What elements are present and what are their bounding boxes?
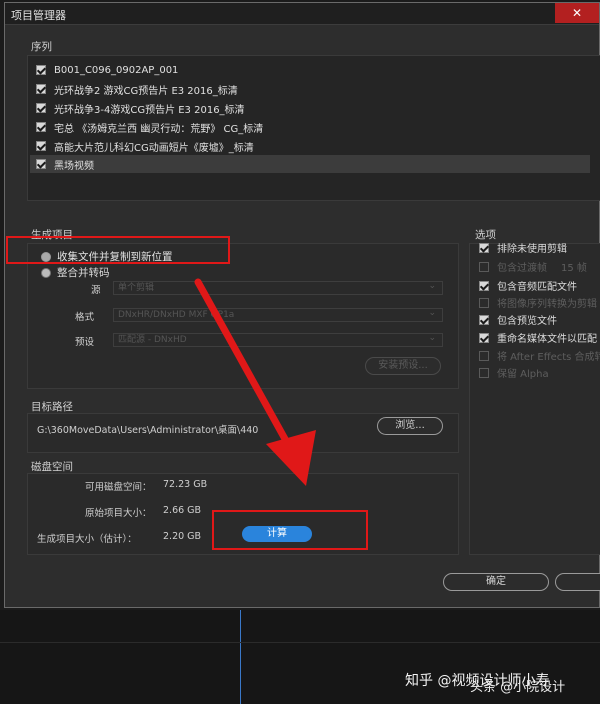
option-label: 重命名媒体文件以匹配 [497, 334, 597, 345]
source-select[interactable]: 单个剪辑 [113, 280, 443, 295]
generated-size-value: 2.20 GB [163, 531, 202, 542]
sequence-item-label: 宅总 《汤姆克兰西 幽灵行动：荒野》 CG_标清 [54, 123, 264, 135]
sequence-item-label: B001_C096_0902AP_001 [54, 64, 179, 76]
option-checkbox [479, 261, 489, 272]
option-rename-media[interactable]: 重命名媒体文件以匹配 [479, 330, 597, 345]
target-path-group-label: 目标路径 [31, 401, 73, 413]
sequence-item[interactable]: 高能大片范儿科幻CG动画短片《废墟》_标清 [36, 137, 254, 155]
sequence-item[interactable]: 光环战争2 游戏CG预告片 E3 2016_标清 [36, 80, 238, 98]
available-space-label: 可用磁盘空间： [85, 482, 152, 493]
option-exclude-unused[interactable]: 排除未使用剪辑 [479, 240, 567, 255]
cancel-button[interactable] [555, 573, 600, 591]
watermark-text-secondary: 头条 @小院设计 [470, 680, 566, 695]
option-audio-conform[interactable]: 包含音频匹配文件 [479, 278, 577, 293]
option-checkbox[interactable] [479, 242, 489, 253]
transcode-option-label: 整合并转码 [57, 267, 110, 279]
preset-select-value: 匹配源 - DNxHD [118, 335, 187, 345]
transcode-radio[interactable] [41, 267, 51, 278]
option-preview-files[interactable]: 包含预览文件 [479, 312, 557, 327]
sequence-item[interactable]: B001_C096_0902AP_001 [36, 61, 178, 79]
sequence-item-label: 光环战争3-4游戏CG预告片 E3 2016_标清 [54, 104, 245, 116]
option-after-effects: 将 After Effects 合成转换 [479, 348, 600, 363]
playhead-line [240, 610, 241, 704]
generated-size-label: 生成项目大小（估计）： [37, 534, 137, 545]
format-select-value: DNxHR/DNxHD MXF OP1a [118, 310, 235, 320]
sequence-checkbox[interactable] [36, 159, 46, 169]
format-select[interactable]: DNxHR/DNxHD MXF OP1a [113, 307, 443, 322]
sequence-checkbox[interactable] [36, 65, 46, 75]
sequence-checkbox[interactable] [36, 103, 46, 113]
sequence-checkbox[interactable] [36, 122, 46, 132]
option-checkbox [479, 367, 489, 378]
option-checkbox[interactable] [479, 314, 489, 325]
ok-button[interactable]: 确定 [443, 573, 549, 591]
option-label: 排除未使用剪辑 [497, 244, 567, 255]
source-select-value: 单个剪辑 [118, 283, 155, 293]
available-space-value: 72.23 GB [163, 479, 208, 490]
option-checkbox[interactable] [479, 280, 489, 291]
sequence-checkbox[interactable] [36, 141, 46, 151]
sequence-list: B001_C096_0902AP_001 光环战争2 游戏CG预告片 E3 20… [27, 55, 600, 201]
window-title: 项目管理器 [11, 9, 66, 22]
title-bar: 项目管理器 ✕ [5, 3, 599, 25]
transcode-option[interactable]: 整合并转码 [41, 265, 110, 280]
disk-space-group-label: 磁盘空间 [31, 461, 73, 473]
sequence-item-label: 高能大片范儿科幻CG动画短片《废墟》_标清 [54, 142, 254, 154]
sequence-item[interactable]: 光环战争3-4游戏CG预告片 E3 2016_标清 [36, 99, 245, 117]
annotation-box-collect [6, 236, 230, 264]
sequence-checkbox[interactable] [36, 84, 46, 94]
browse-button[interactable]: 浏览... [377, 417, 443, 435]
preset-select[interactable]: 匹配源 - DNxHD [113, 332, 443, 347]
annotation-box-calculate [212, 510, 368, 550]
source-label: 源 [91, 285, 101, 296]
option-handles: 包含过渡帧 15 帧 [479, 259, 587, 274]
option-label: 包含预览文件 [497, 316, 557, 327]
option-label: 将图像序列转换为剪辑 [497, 299, 597, 310]
sequence-item-selected[interactable]: 黑场视频 [30, 155, 590, 173]
close-button[interactable]: ✕ [555, 3, 599, 23]
sequence-item-label: 黑场视频 [54, 160, 94, 172]
preset-label: 预设 [75, 337, 95, 348]
sequence-item[interactable]: 宅总 《汤姆克兰西 幽灵行动：荒野》 CG_标清 [36, 118, 263, 136]
option-label: 将 After Effects 合成转换 [497, 352, 600, 363]
sequence-group-label: 序列 [31, 41, 52, 53]
format-label: 格式 [75, 312, 95, 323]
timeline-divider [0, 642, 600, 643]
install-preset-button[interactable]: 安装预设... [365, 357, 441, 375]
original-size-value: 2.66 GB [163, 505, 202, 516]
option-checkbox[interactable] [479, 332, 489, 343]
option-checkbox [479, 350, 489, 361]
target-path-value: G:\360MoveData\Users\Administrator\桌面\44… [37, 425, 259, 436]
original-size-label: 原始项目大小： [85, 508, 152, 519]
option-image-sequence: 将图像序列转换为剪辑 [479, 295, 597, 310]
option-label: 包含音频匹配文件 [497, 282, 577, 293]
option-suffix: 15 帧 [561, 263, 587, 274]
sequence-item-label: 光环战争2 游戏CG预告片 E3 2016_标清 [54, 85, 238, 97]
option-label: 包含过渡帧 [497, 263, 547, 274]
option-label: 保留 Alpha [497, 369, 549, 380]
option-checkbox [479, 297, 489, 308]
option-preserve-alpha: 保留 Alpha [479, 365, 549, 380]
